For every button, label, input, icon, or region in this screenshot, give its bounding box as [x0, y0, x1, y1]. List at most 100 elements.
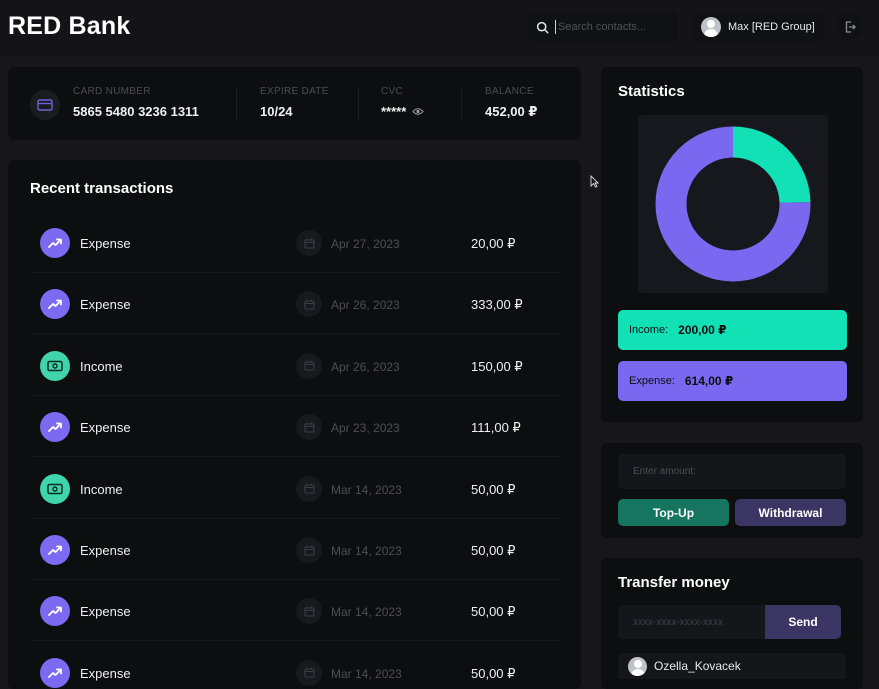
transaction-row[interactable]: Expense Mar 14, 2023 50,00 ₽ [30, 580, 560, 642]
contact-item[interactable]: Ozella_Kovacek [618, 653, 846, 679]
income-summary: Income: 200,00 ₽ [618, 310, 847, 350]
transfer-title: Transfer money [618, 574, 730, 591]
transaction-date: Apr 27, 2023 [331, 237, 400, 251]
expense-label: Expense: [629, 375, 675, 387]
expire-date-value: 10/24 [260, 104, 293, 119]
transaction-amount: 50,00 ₽ [471, 604, 516, 620]
donut-chart [638, 115, 828, 293]
transaction-amount: 50,00 ₽ [471, 543, 516, 558]
banknote-icon [40, 350, 70, 381]
cvc-label: CVC [381, 86, 404, 97]
divider [358, 87, 359, 121]
calendar-icon [296, 291, 322, 318]
divider [461, 87, 462, 121]
transaction-date: Mar 14, 2023 [331, 666, 402, 681]
transaction-date: Mar 14, 2023 [331, 605, 402, 620]
calendar-icon [296, 230, 322, 256]
user-name: Max [RED Group] [728, 21, 815, 33]
calendar-icon [296, 414, 322, 441]
cvc-value: ***** [381, 104, 407, 119]
statistics-panel: Statistics Income: 200,00 ₽ Expense: 614… [601, 67, 863, 422]
balance-label: BALANCE [485, 86, 534, 97]
transaction-amount: 150,00 ₽ [471, 358, 523, 374]
transaction-row[interactable]: Expense Mar 14, 2023 50,00 ₽ [30, 642, 560, 689]
send-button[interactable]: Send [765, 605, 841, 639]
card-number-input[interactable] [618, 605, 765, 639]
transaction-date: Apr 23, 2023 [331, 421, 400, 436]
cvc-field: CVC ***** [381, 86, 424, 119]
mouse-cursor-icon [590, 175, 599, 188]
amount-panel: Top-Up Withdrawal [601, 443, 863, 538]
trending-up-icon [40, 657, 70, 688]
transaction-type: Expense [80, 297, 131, 313]
transaction-row[interactable]: Income Mar 14, 2023 50,00 ₽ [30, 458, 560, 519]
withdrawal-button[interactable]: Withdrawal [735, 499, 846, 526]
trending-up-icon [40, 412, 70, 443]
transaction-amount: 50,00 ₽ [471, 665, 516, 681]
transaction-type: Expense [80, 604, 131, 620]
transaction-type: Income [80, 481, 123, 497]
transaction-type: Expense [80, 420, 131, 436]
transaction-date: Mar 14, 2023 [331, 544, 402, 558]
transaction-amount: 50,00 ₽ [471, 481, 516, 497]
amount-input[interactable] [618, 454, 846, 489]
contact-name: Ozella_Kovacek [654, 659, 741, 673]
transaction-amount: 111,00 ₽ [471, 420, 521, 436]
expense-summary: Expense: 614,00 ₽ [618, 361, 847, 401]
calendar-icon [296, 475, 322, 502]
credit-card-icon [30, 90, 60, 120]
transfer-panel: Transfer money Send Ozella_Kovacek [601, 558, 863, 689]
calendar-icon [296, 352, 322, 379]
income-value: 200,00 ₽ [678, 323, 727, 337]
transaction-type: Expense [80, 543, 131, 558]
calendar-icon [296, 537, 322, 563]
statistics-title: Statistics [618, 83, 685, 100]
transaction-type: Income [80, 358, 123, 374]
logout-button[interactable] [836, 13, 863, 40]
transaction-type: Expense [80, 236, 131, 251]
logout-icon [845, 20, 856, 33]
expire-date-field: EXPIRE DATE 10/24 [260, 86, 329, 119]
card-number-value: 5865 5480 3236 1311 [73, 104, 199, 119]
top-up-button[interactable]: Top-Up [618, 499, 729, 526]
avatar [628, 656, 647, 676]
top-bar: RED Bank Max [RED Group] [0, 0, 879, 56]
balance-field: BALANCE 452,00 ₽ [485, 86, 537, 120]
transactions-title: Recent transactions [30, 180, 174, 197]
expire-date-label: EXPIRE DATE [260, 86, 329, 97]
divider [236, 87, 237, 121]
eye-icon[interactable] [412, 107, 424, 116]
search-box[interactable] [528, 12, 678, 42]
transaction-row[interactable]: Expense Apr 26, 2023 333,00 ₽ [30, 273, 560, 335]
transaction-date: Mar 14, 2023 [331, 482, 402, 497]
card-number-field: CARD NUMBER 5865 5480 3236 1311 [73, 86, 199, 119]
trending-up-icon [40, 228, 70, 258]
trending-up-icon [40, 596, 70, 627]
cvc-value-row: ***** [381, 104, 424, 119]
search-icon [536, 21, 549, 34]
transaction-amount: 333,00 ₽ [471, 297, 523, 313]
card-info-panel: CARD NUMBER 5865 5480 3236 1311 EXPIRE D… [8, 67, 581, 140]
app-logo: RED Bank [8, 12, 131, 40]
transaction-row[interactable]: Expense Apr 27, 2023 20,00 ₽ [30, 212, 560, 273]
search-input[interactable] [555, 20, 673, 34]
transactions-panel: Recent transactions Expense Apr 27, 2023 2… [8, 160, 581, 689]
trending-up-icon [40, 289, 70, 320]
banknote-icon [40, 473, 70, 504]
avatar [701, 17, 721, 37]
transaction-date: Apr 26, 2023 [331, 298, 400, 313]
user-menu[interactable]: Max [RED Group] [692, 12, 824, 42]
calendar-icon [296, 659, 322, 686]
expense-value: 614,00 ₽ [684, 374, 734, 388]
card-number-label: CARD NUMBER [73, 86, 151, 97]
transaction-amount: 20,00 ₽ [471, 236, 516, 251]
transaction-date: Apr 26, 2023 [331, 359, 400, 374]
transaction-row[interactable]: Expense Mar 14, 2023 50,00 ₽ [30, 519, 560, 580]
transaction-row[interactable]: Income Apr 26, 2023 150,00 ₽ [30, 335, 560, 396]
trending-up-icon [40, 535, 70, 565]
calendar-icon [296, 598, 322, 625]
income-label: Income: [629, 324, 669, 336]
transaction-row[interactable]: Expense Apr 23, 2023 111,00 ₽ [30, 396, 560, 458]
transaction-type: Expense [80, 665, 131, 681]
balance-value: 452,00 ₽ [485, 104, 538, 119]
